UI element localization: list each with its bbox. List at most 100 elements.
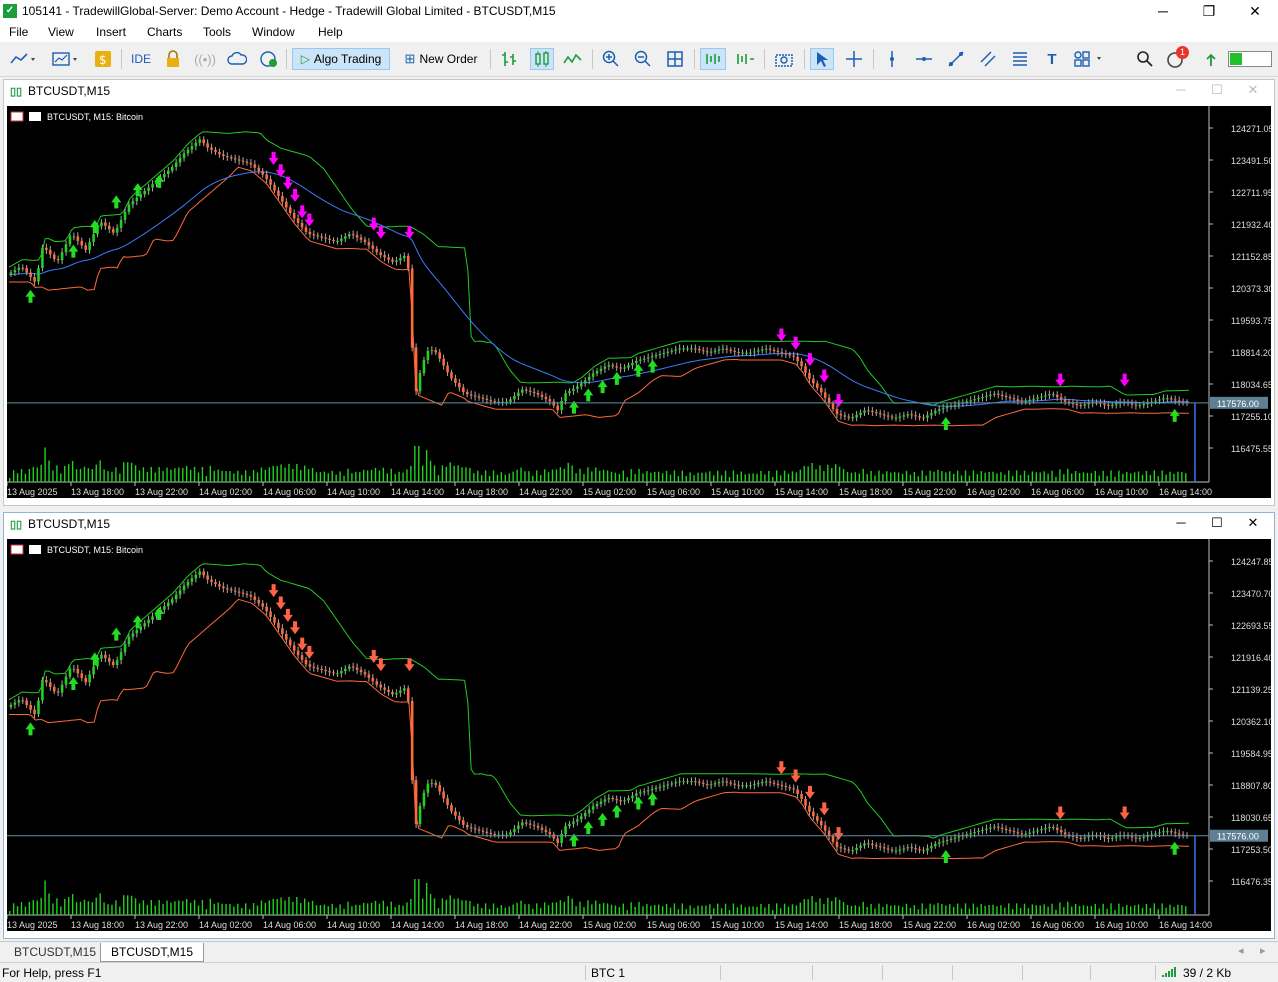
cursor-icon[interactable] [810,48,834,70]
new-order-button[interactable]: ⊞ New Order [398,48,484,70]
candle-body [222,586,225,589]
zoom-out-icon[interactable] [632,48,654,70]
volume-bar [327,906,329,915]
volume-bar [1071,473,1073,482]
candle-body [135,629,139,634]
volume-bar [547,472,550,482]
candle-body [784,353,788,355]
shapes-icon[interactable] [1071,48,1107,70]
candlestick-icon[interactable] [530,48,554,70]
templates-icon[interactable] [48,48,84,70]
chart-shift-icon[interactable] [734,48,756,70]
zoom-in-icon[interactable] [600,48,622,70]
signal-icon[interactable]: ((•)) [194,48,216,70]
price-chart-1[interactable]: 124271.05 123491.50 122711.95 121932.40 1211… [6,106,1274,498]
volume-bar [1035,472,1037,482]
vertical-line-icon[interactable] [881,48,903,70]
chart-window-2[interactable]: ▯▯ BTCUSDT,M15 ─ ☐ ✕ 124247.85 123470.70 1… [3,512,1275,939]
tab-scroll-left-icon[interactable]: ◂ [1238,944,1244,957]
menu-file[interactable]: File [9,25,28,39]
chart-minimize-button[interactable]: ─ [1166,515,1196,533]
candle-body [9,704,13,708]
volume-bar [1039,472,1041,482]
lock-icon[interactable] [162,48,184,70]
horizontal-line-icon[interactable] [913,48,935,70]
vps-icon[interactable] [258,48,280,70]
candle-body [214,149,217,153]
menu-tools[interactable]: Tools [203,25,231,39]
auto-scroll-icon[interactable] [700,48,726,70]
volume-bar [445,466,447,482]
chart-area-2[interactable]: 124247.85 123470.70 122693.55 121916.40 1211… [6,539,1274,931]
restore-button[interactable]: ❐ [1186,0,1232,22]
search-icon[interactable] [1134,48,1156,70]
volume-bar [28,469,31,482]
candle-body [1040,829,1043,831]
chart-window-1[interactable]: ▯▯ BTCUSDT,M15 ─ ☐ ✕ 124271.05 123491.50 1… [3,79,1275,506]
candle-body [391,259,394,262]
signal-strength-icon[interactable] [1200,48,1222,70]
candle-body [1154,400,1157,402]
bar-chart-icon[interactable] [498,48,520,70]
fibonacci-icon[interactable] [1009,48,1031,70]
text-tool-icon[interactable]: T [1041,48,1063,70]
menu-insert[interactable]: Insert [96,25,126,39]
price-chart-2[interactable]: 124247.85 123470.70 122693.55 121916.40 1211… [6,539,1274,931]
volume-bar [425,449,428,482]
volume-bar [866,474,868,482]
menu-view[interactable]: View [48,25,74,39]
tile-windows-icon[interactable] [664,48,686,70]
screenshot-icon[interactable] [772,48,796,70]
volume-bar [917,476,919,482]
volume-bar [882,473,884,482]
channel-icon[interactable] [977,48,999,70]
volume-bar [28,902,31,915]
volume-bar [811,463,813,482]
volume-bar [248,476,251,482]
status-profile[interactable]: BTC 1 [591,966,625,980]
volume-bar [1059,469,1061,482]
cloud-icon[interactable] [226,48,248,70]
candle-body [383,255,386,258]
candle-body [123,211,127,220]
chart-maximize-button[interactable]: ☐ [1202,515,1232,533]
candle-body [910,414,913,416]
market-icon[interactable]: $ [92,48,114,70]
volume-bar [492,470,495,482]
candle-body [662,352,666,355]
candle-body [580,816,583,820]
menu-help[interactable]: Help [318,25,343,39]
volume-bar [260,900,263,915]
candle-body [599,368,603,372]
candle-body [462,820,465,825]
candle-body [261,603,264,607]
volume-bar [909,474,912,482]
minimize-button[interactable]: ─ [1140,0,1186,22]
chart-type-icon[interactable] [6,48,42,70]
crosshair-icon[interactable] [843,48,865,70]
notifications-icon[interactable]: 1 [1164,46,1190,70]
tab-scroll-right-icon[interactable]: ▸ [1260,944,1266,957]
chart-minimize-button[interactable]: ─ [1166,82,1196,100]
volume-bar [402,472,404,482]
trendline-icon[interactable] [945,48,967,70]
line-chart-icon[interactable] [562,48,584,70]
algo-trading-button[interactable]: ▷ Algo Trading [292,48,390,70]
chart-area-1[interactable]: 124271.05 123491.50 122711.95 121932.40 1211… [6,106,1274,498]
chart-tab-2[interactable]: BTCUSDT,M15 [100,943,205,962]
volume-bar [339,904,341,915]
volume-bar [693,475,695,482]
chart-tab-1[interactable]: BTCUSDT,M15 [4,943,106,961]
chart-maximize-button[interactable]: ☐ [1202,82,1232,100]
chart-close-button[interactable]: ✕ [1238,82,1268,100]
candle-body [363,672,367,675]
menu-charts[interactable]: Charts [147,25,182,39]
candle-body [819,387,823,393]
ide-button[interactable]: IDE [128,48,154,70]
time-axis-label: 15 Aug 14:00 [775,920,828,930]
time-axis-label: 15 Aug 06:00 [647,487,700,497]
candle-body [328,238,331,240]
menu-window[interactable]: Window [252,25,295,39]
close-button[interactable]: ✕ [1232,0,1278,22]
chart-close-button[interactable]: ✕ [1238,515,1268,533]
